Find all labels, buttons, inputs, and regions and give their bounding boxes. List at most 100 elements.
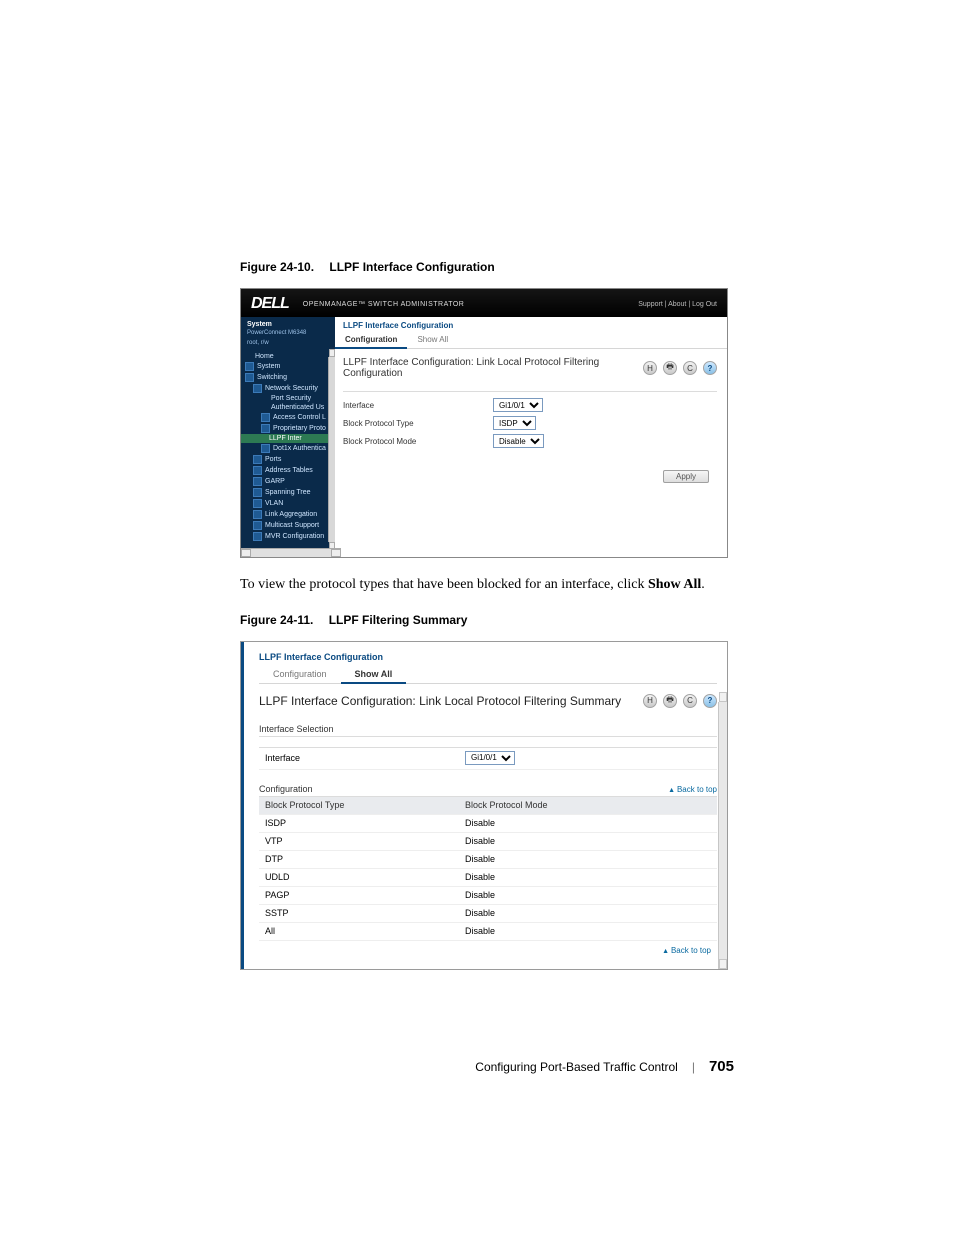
table-row: ISDPDisable [259, 815, 717, 833]
section-configuration: Configuration Back to top [259, 778, 717, 797]
figure-title: LLPF Interface Configuration [329, 260, 494, 274]
label-interface: Interface [343, 401, 493, 410]
body-paragraph: To view the protocol types that have bee… [240, 576, 734, 595]
cell-protocol-type: DTP [265, 854, 465, 864]
tab-show-all[interactable]: Show All [341, 666, 407, 684]
tab-show-all[interactable]: Show All [407, 332, 458, 348]
main-pane: LLPF Interface Configuration Configurati… [335, 317, 727, 548]
expand-icon [253, 455, 262, 464]
select-interface[interactable]: Gi1/0/1 [493, 398, 543, 412]
table-row: UDLDDisable [259, 869, 717, 887]
cell-protocol-type: VTP [265, 836, 465, 846]
expand-icon [261, 444, 270, 453]
nav-ports[interactable]: Ports [241, 454, 335, 465]
tab-configuration[interactable]: Configuration [335, 332, 407, 349]
col-block-protocol-type: Block Protocol Type [265, 800, 465, 810]
nav-address-tables[interactable]: Address Tables [241, 465, 335, 476]
figure-number: Figure 24-11. [240, 613, 313, 627]
top-links[interactable]: Support | About | Log Out [638, 301, 717, 308]
app-window-fig2: LLPF Interface Configuration Configurati… [240, 641, 728, 970]
apply-button[interactable]: Apply [663, 470, 709, 483]
sidebar-hscrollbar[interactable] [241, 548, 341, 557]
breadcrumb: LLPF Interface Configuration [335, 317, 727, 332]
nav-home[interactable]: Home [241, 352, 335, 361]
sidebar: System PowerConnect M6348 root, r/w Home… [241, 317, 335, 548]
cell-protocol-mode: Disable [465, 926, 717, 936]
figure-24-10-caption: Figure 24-10. LLPF Interface Configurati… [240, 260, 734, 274]
window-left-accent [241, 642, 244, 969]
select-bpmode[interactable]: Disable [493, 434, 544, 448]
nav-garp[interactable]: GARP [241, 476, 335, 487]
figure-number: Figure 24-10. [240, 260, 314, 274]
nav-dot1x[interactable]: Dot1x Authentica [241, 443, 335, 454]
refresh-icon[interactable]: C [683, 694, 697, 708]
expand-icon [253, 499, 262, 508]
expand-icon [253, 532, 262, 541]
figure-title: LLPF Filtering Summary [329, 613, 468, 627]
nav-network-security[interactable]: Network Security [241, 383, 335, 394]
help-icon[interactable]: ? [703, 361, 717, 375]
select-bptype[interactable]: ISDP [493, 416, 536, 430]
nav-auth-users[interactable]: Authenticated Us [241, 403, 335, 412]
back-to-top-link[interactable]: Back to top [668, 785, 717, 794]
tab-configuration[interactable]: Configuration [259, 666, 341, 683]
nav-mvr[interactable]: MVR Configuration [241, 531, 335, 542]
cell-protocol-mode: Disable [465, 836, 717, 846]
app-titlebar: DELL OPENMANAGE™ SWITCH ADMINISTRATOR Su… [241, 289, 727, 317]
save-icon[interactable]: H [643, 694, 657, 708]
collapse-icon [261, 424, 270, 433]
expand-icon [253, 477, 262, 486]
nav-multicast[interactable]: Multicast Support [241, 520, 335, 531]
pane-title: LLPF Interface Configuration: Link Local… [259, 694, 643, 708]
expand-icon [253, 488, 262, 497]
nav-port-security[interactable]: Port Security [241, 394, 335, 403]
table-row: DTPDisable [259, 851, 717, 869]
tabbar: Configuration Show All [259, 666, 717, 684]
print-icon[interactable]: 🖶 [663, 361, 677, 375]
cell-protocol-type: UDLD [265, 872, 465, 882]
col-block-protocol-mode: Block Protocol Mode [465, 800, 717, 810]
nav-spanning-tree[interactable]: Spanning Tree [241, 487, 335, 498]
select-interface[interactable]: Gi1/0/1 [465, 751, 515, 765]
nav-system[interactable]: System [241, 361, 335, 372]
cell-protocol-type: All [265, 926, 465, 936]
section-interface-selection: Interface Selection [259, 718, 717, 737]
sidebar-vscrollbar[interactable] [328, 357, 335, 542]
refresh-icon[interactable]: C [683, 361, 697, 375]
sidebar-device-model: PowerConnect M6348 [241, 330, 335, 340]
figure-24-11-caption: Figure 24-11. LLPF Filtering Summary [240, 613, 734, 627]
help-icon[interactable]: ? [703, 694, 717, 708]
sidebar-system-label: System [241, 321, 335, 330]
nav-vlan[interactable]: VLAN [241, 498, 335, 509]
table-row: PAGPDisable [259, 887, 717, 905]
print-icon[interactable]: 🖶 [663, 694, 677, 708]
page-footer: Configuring Port-Based Traffic Control |… [475, 1058, 734, 1075]
cell-protocol-mode: Disable [465, 818, 717, 828]
table-row: SSTPDisable [259, 905, 717, 923]
cell-protocol-type: ISDP [265, 818, 465, 828]
nav-acl[interactable]: Access Control L [241, 412, 335, 423]
footer-page-number: 705 [709, 1058, 734, 1075]
cell-protocol-mode: Disable [465, 890, 717, 900]
cell-protocol-mode: Disable [465, 908, 717, 918]
row-interface: Interface Gi1/0/1 [343, 396, 717, 414]
cell-protocol-type: PAGP [265, 890, 465, 900]
nav-prop-proto[interactable]: Proprietary Proto [241, 423, 335, 434]
row-interface: Interface Gi1/0/1 [259, 747, 717, 770]
back-to-top-link[interactable]: Back to top [662, 946, 711, 955]
expand-icon [245, 362, 254, 371]
nav-llpf-interface[interactable]: LLPF Inter [241, 434, 335, 443]
product-title: OPENMANAGE™ SWITCH ADMINISTRATOR [303, 301, 465, 308]
table-row: VTPDisable [259, 833, 717, 851]
nav-switching[interactable]: Switching [241, 372, 335, 383]
pane-title: LLPF Interface Configuration: Link Local… [343, 357, 643, 379]
collapse-icon [253, 384, 262, 393]
fig2-vscrollbar[interactable] [718, 702, 727, 969]
table-header: Block Protocol Type Block Protocol Mode [259, 797, 717, 815]
nav-tree: Home System Switching Network Security P… [241, 352, 335, 542]
expand-icon [253, 510, 262, 519]
nav-link-agg[interactable]: Link Aggregation [241, 509, 335, 520]
tabbar: Configuration Show All [335, 332, 727, 349]
footer-chapter: Configuring Port-Based Traffic Control [475, 1060, 678, 1074]
save-icon[interactable]: H [643, 361, 657, 375]
